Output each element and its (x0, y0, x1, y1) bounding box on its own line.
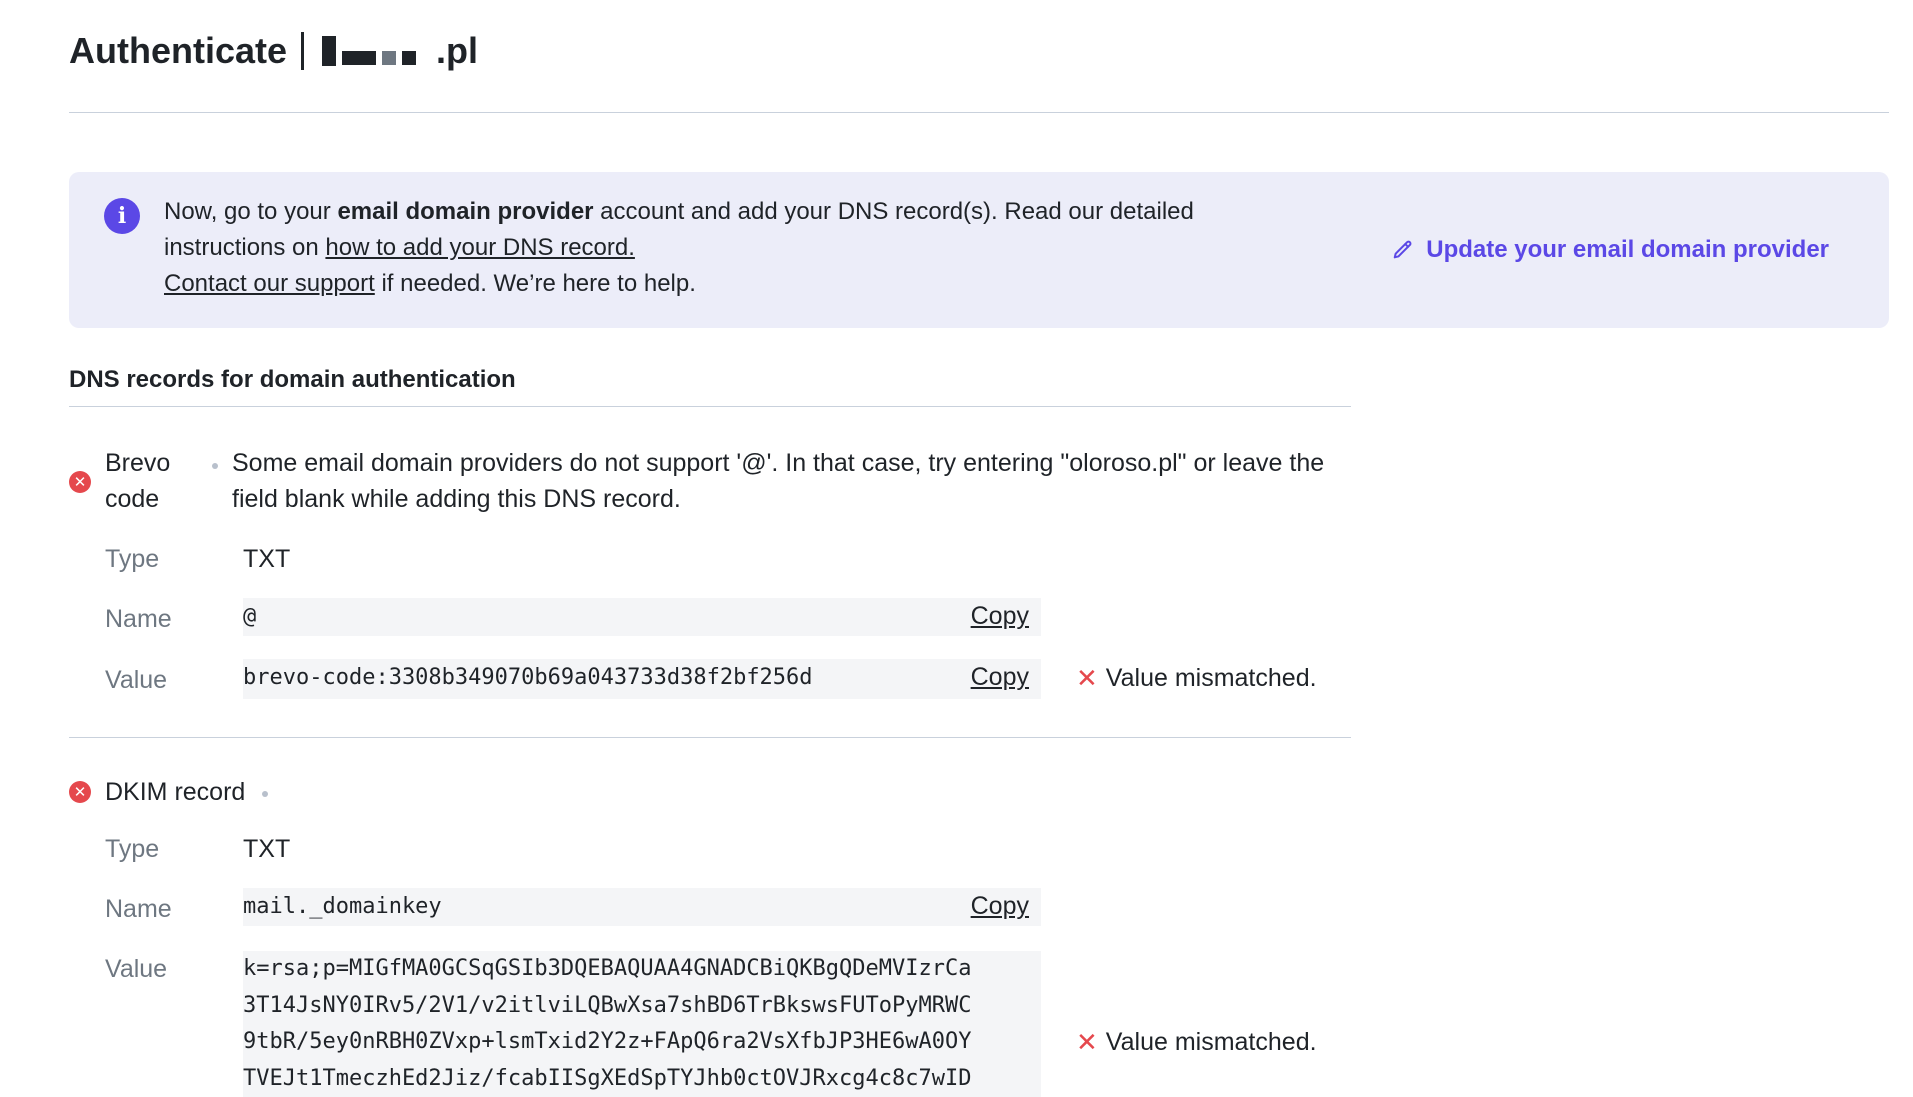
name-value: @ (243, 604, 256, 629)
name-label: Name (105, 895, 172, 924)
value-label: Value (105, 955, 167, 984)
value-line: k=rsa;p=MIGfMA0GCSqGSIb3DQEBAQUAA4GNADCB… (243, 951, 1041, 988)
name-label: Name (105, 605, 172, 634)
redacted-domain-block (342, 51, 376, 65)
redacted-domain-block (382, 51, 396, 65)
dns-instructions-link[interactable]: how to add your DNS record. (325, 234, 634, 261)
contact-support-link[interactable]: Contact our support (164, 270, 375, 297)
page-header: Authenticate .pl (69, 0, 1889, 113)
record-divider (69, 737, 1351, 738)
type-value: TXT (243, 835, 290, 864)
type-label: Type (105, 545, 159, 574)
info-icon: i (104, 198, 140, 234)
page-title-text: Authenticate (69, 30, 287, 72)
value-text: brevo-code:3308b349070b69a043733d38f2bf2… (243, 665, 813, 690)
name-field: mail._domainkey Copy (243, 888, 1041, 926)
info-banner-text: Now, go to your email domain provider ac… (164, 194, 1264, 302)
value-label: Value (105, 666, 167, 695)
banner-text-part: Now, go to your (164, 198, 337, 225)
section-title: DNS records for domain authentication (69, 366, 1351, 407)
value-line: 3T14JsNY0IRv5/2V1/v2itlviLQBwXsa7shBD6Tr… (243, 988, 1041, 1025)
copy-value-button[interactable]: Copy (971, 663, 1029, 692)
value-field: brevo-code:3308b349070b69a043733d38f2bf2… (243, 659, 1041, 699)
pencil-icon (1392, 239, 1414, 261)
name-value: mail._domainkey (243, 894, 442, 919)
error-icon: ✕ (69, 781, 91, 803)
update-provider-link[interactable]: Update your email domain provider (1392, 236, 1829, 264)
error-icon: ✕ (69, 471, 91, 493)
banner-text-part: if needed. We’re here to help. (375, 270, 696, 297)
page-title: Authenticate .pl (69, 30, 478, 72)
copy-name-button[interactable]: Copy (971, 892, 1029, 921)
name-field: @ Copy (243, 598, 1041, 636)
record-note: Some email domain providers do not suppo… (232, 445, 1352, 517)
value-line: TVEJt1TmeczhEd2Jiz/fcabIISgXEdSpTYJhb0ct… (243, 1061, 1041, 1097)
bullet-dot (262, 791, 268, 797)
update-provider-label: Update your email domain provider (1426, 236, 1829, 264)
banner-text-bold: email domain provider (337, 198, 593, 225)
value-field: k=rsa;p=MIGfMA0GCSqGSIb3DQEBAQUAA4GNADCB… (243, 951, 1041, 1097)
redacted-domain-block (402, 51, 416, 65)
value-status: ✕ Value mismatched. (1076, 1027, 1317, 1058)
error-x-icon: ✕ (1076, 663, 1098, 694)
copy-name-button[interactable]: Copy (971, 602, 1029, 631)
info-banner: i Now, go to your email domain provider … (69, 172, 1889, 328)
authenticate-page: Authenticate .pl i Now, go to your email… (0, 0, 1913, 1080)
title-separator (301, 32, 304, 70)
value-status-text: Value mismatched. (1106, 1028, 1317, 1057)
domain-suffix: .pl (436, 30, 478, 72)
type-label: Type (105, 835, 159, 864)
record-label: DKIM record (105, 774, 245, 810)
value-status-text: Value mismatched. (1106, 664, 1317, 693)
value-status: ✕ Value mismatched. (1076, 663, 1317, 694)
type-value: TXT (243, 545, 290, 574)
error-x-icon: ✕ (1076, 1027, 1098, 1058)
bullet-dot (212, 463, 218, 469)
value-line: 9tbR/5ey0nRBH0ZVxp+lsmTxid2Y2z+FApQ6ra2V… (243, 1024, 1041, 1061)
record-label: Brevo code (105, 445, 205, 517)
redacted-domain-block (322, 36, 336, 66)
